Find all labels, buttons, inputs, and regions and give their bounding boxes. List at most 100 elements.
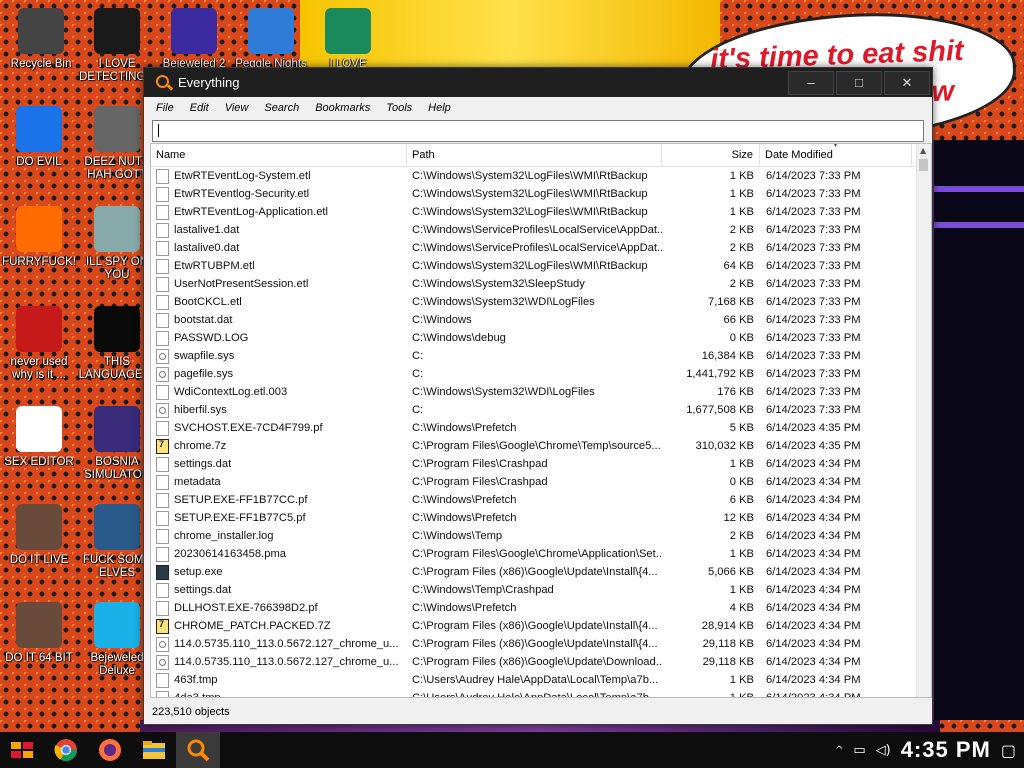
search-input[interactable] — [152, 120, 924, 142]
table-row[interactable]: hiberfil.sys C: 1,677,508 KB 6/14/2023 7:33… — [151, 401, 917, 419]
cell-date: 6/14/2023 7:33 PM — [766, 314, 861, 326]
column-path[interactable]: Path — [407, 144, 662, 166]
taskbar-firefox[interactable] — [88, 732, 132, 768]
table-row[interactable]: CHROME_PATCH.PACKED.7Z C:\Program Files (… — [151, 617, 917, 635]
table-row[interactable]: settings.dat C:\Windows\Temp\Crashpad 1 KB… — [151, 581, 917, 599]
cell-name: bootstat.dat — [151, 311, 407, 329]
rows: EtwRTEventLog-System.etl C:\Windows\Syste… — [151, 167, 917, 697]
menu-bookmarks[interactable]: Bookmarks — [307, 102, 378, 114]
cell-path: C:\Windows\System32\LogFiles\WMI\RtBacku… — [412, 170, 648, 182]
background-window-edge — [930, 140, 1024, 720]
table-row[interactable]: pagefile.sys C: 1,441,792 KB 6/14/2023 7:33… — [151, 365, 917, 383]
cell-date: 6/14/2023 7:33 PM — [766, 368, 861, 380]
desktop-icon-image — [325, 8, 371, 54]
cell-name: EtwRTEventLog-Application.etl — [151, 203, 407, 221]
notification-icon[interactable]: ▢ — [1001, 741, 1016, 760]
menu-view[interactable]: View — [217, 102, 257, 114]
table-row[interactable]: BootCKCL.etl C:\Windows\System32\WDI\LogF… — [151, 293, 917, 311]
table-row[interactable]: WdiContextLog.etl.003 C:\Windows\System32… — [151, 383, 917, 401]
clock[interactable]: 4:35 PM — [901, 737, 991, 763]
title-bar[interactable]: Everything – □ ✕ — [144, 68, 932, 97]
results-list[interactable]: Name Path Size ▼ Date Modified EtwRTEven… — [150, 143, 932, 698]
volume-icon[interactable]: ◁) — [876, 743, 891, 758]
file-icon — [156, 600, 169, 616]
taskbar-chrome[interactable] — [44, 732, 88, 768]
table-row[interactable]: swapfile.sys C: 16,384 KB 6/14/2023 7:33 PM — [151, 347, 917, 365]
desktop-icon-15[interactable]: DO IT 64 BIT — [0, 602, 78, 665]
table-row[interactable]: EtwRTEventLog-System.etl C:\Windows\Syste… — [151, 167, 917, 185]
desktop-icon-label: DO EVIL — [16, 156, 62, 168]
firefox-icon — [99, 739, 121, 761]
table-row[interactable]: setup.exe C:\Program Files (x86)\Google\U… — [151, 563, 917, 581]
maximize-button[interactable]: □ — [836, 70, 882, 95]
file-icon — [156, 312, 169, 328]
file-icon — [156, 204, 169, 220]
cell-path: C:\Users\Audrey Hale\AppData\Local\Temp\… — [412, 674, 659, 686]
desktop-icon-2[interactable]: Bejeweled 2 — [155, 8, 233, 71]
cell-date: 6/14/2023 4:34 PM — [766, 602, 861, 614]
system-file-icon — [156, 402, 169, 418]
vertical-scrollbar[interactable]: ▲ — [916, 144, 931, 697]
file-name: hiberfil.sys — [174, 404, 227, 416]
desktop-icon-9[interactable]: never used why is it ... — [0, 306, 78, 382]
table-row[interactable]: SETUP.EXE-FF1B77C5.pf C:\Windows\Prefetch… — [151, 509, 917, 527]
desktop-icon-label: DO IT 64 BIT — [5, 652, 73, 664]
close-button[interactable]: ✕ — [884, 70, 930, 95]
cell-size: 12 KB — [723, 512, 754, 524]
file-name: 114.0.5735.110_113.0.5672.127_chrome_u..… — [174, 638, 399, 650]
desktop-icon-13[interactable]: DO IT LIVE — [0, 504, 78, 567]
table-row[interactable]: bootstat.dat C:\Windows 66 KB 6/14/2023 7:3… — [151, 311, 917, 329]
table-row[interactable]: chrome.7z C:\Program Files\Google\Chrome\… — [151, 437, 917, 455]
table-row[interactable]: settings.dat C:\Program Files\Crashpad 1 K… — [151, 455, 917, 473]
desktop-icon-4[interactable]: I LOVE — [309, 8, 387, 71]
table-row[interactable]: 114.0.5735.110_113.0.5672.127_chrome_u..… — [151, 635, 917, 653]
table-row[interactable]: 20230614163458.pma C:\Program Files\Googl… — [151, 545, 917, 563]
menu-edit[interactable]: Edit — [182, 102, 217, 114]
table-row[interactable]: 463f.tmp C:\Users\Audrey Hale\AppData\Loc… — [151, 671, 917, 689]
minimize-button[interactable]: – — [788, 70, 834, 95]
table-row[interactable]: 4da3.tmp C:\Users\Audrey Hale\AppData\Loc… — [151, 689, 917, 697]
table-row[interactable]: PASSWD.LOG C:\Windows\debug 0 KB 6/14/2023 … — [151, 329, 917, 347]
desktop-icon-0[interactable]: Recycle Bin — [2, 8, 80, 71]
start-button[interactable] — [0, 732, 44, 768]
desktop-icon-3[interactable]: Peggle Nights — [232, 8, 310, 71]
scroll-thumb[interactable] — [919, 159, 928, 171]
desktop-icon-5[interactable]: DO EVIL — [0, 106, 78, 169]
file-icon — [156, 276, 169, 292]
desktop-icon-7[interactable]: FURRYFUCK! — [0, 206, 78, 269]
table-row[interactable]: EtwRTUBPM.etl C:\Windows\System32\LogFile… — [151, 257, 917, 275]
menu-help[interactable]: Help — [420, 102, 459, 114]
menu-search[interactable]: Search — [256, 102, 307, 114]
table-row[interactable]: 114.0.5735.110_113.0.5672.127_chrome_u..… — [151, 653, 917, 671]
cell-size: 28,914 KB — [701, 620, 754, 632]
table-row[interactable]: DLLHOST.EXE-766398D2.pf C:\Windows\Prefet… — [151, 599, 917, 617]
scroll-up-icon[interactable]: ▲ — [920, 146, 926, 155]
cell-path: C:\Windows\Prefetch — [412, 512, 517, 524]
cell-size: 2 KB — [729, 242, 754, 254]
table-row[interactable]: EtwRTEventLog-Application.etl C:\Windows\… — [151, 203, 917, 221]
network-icon[interactable]: ▭ — [853, 743, 865, 758]
desktop-icon-11[interactable]: SEX EDITOR — [0, 406, 78, 469]
column-date-modified[interactable]: ▼ Date Modified — [760, 144, 912, 166]
table-row[interactable]: EtwRTEventlog-Security.etl C:\Windows\Sys… — [151, 185, 917, 203]
taskbar-file-explorer[interactable] — [132, 732, 176, 768]
file-name: chrome.7z — [174, 440, 227, 452]
file-name: EtwRTEventlog-Security.etl — [174, 188, 310, 200]
table-row[interactable]: lastalive0.dat C:\Windows\ServiceProfiles… — [151, 239, 917, 257]
column-name[interactable]: Name — [151, 144, 407, 166]
chevron-up-icon[interactable]: ^ — [835, 745, 843, 756]
table-row[interactable]: SETUP.EXE-FF1B77CC.pf C:\Windows\Prefetch… — [151, 491, 917, 509]
taskbar-everything[interactable] — [176, 732, 220, 768]
table-row[interactable]: metadata C:\Program Files\Crashpad 0 KB 6/1… — [151, 473, 917, 491]
menu-file[interactable]: File — [148, 102, 182, 114]
cell-date: 6/14/2023 7:33 PM — [766, 386, 861, 398]
table-row[interactable]: chrome_installer.log C:\Windows\Temp 2 KB 6… — [151, 527, 917, 545]
column-size[interactable]: Size — [662, 144, 760, 166]
table-row[interactable]: UserNotPresentSession.etl C:\Windows\Syst… — [151, 275, 917, 293]
file-name: pagefile.sys — [174, 368, 234, 380]
file-name: settings.dat — [174, 584, 232, 596]
table-row[interactable]: lastalive1.dat C:\Windows\ServiceProfiles… — [151, 221, 917, 239]
menu-tools[interactable]: Tools — [378, 102, 420, 114]
table-row[interactable]: SVCHOST.EXE-7CD4F799.pf C:\Windows\Prefet… — [151, 419, 917, 437]
cell-size: 1 KB — [729, 674, 754, 686]
